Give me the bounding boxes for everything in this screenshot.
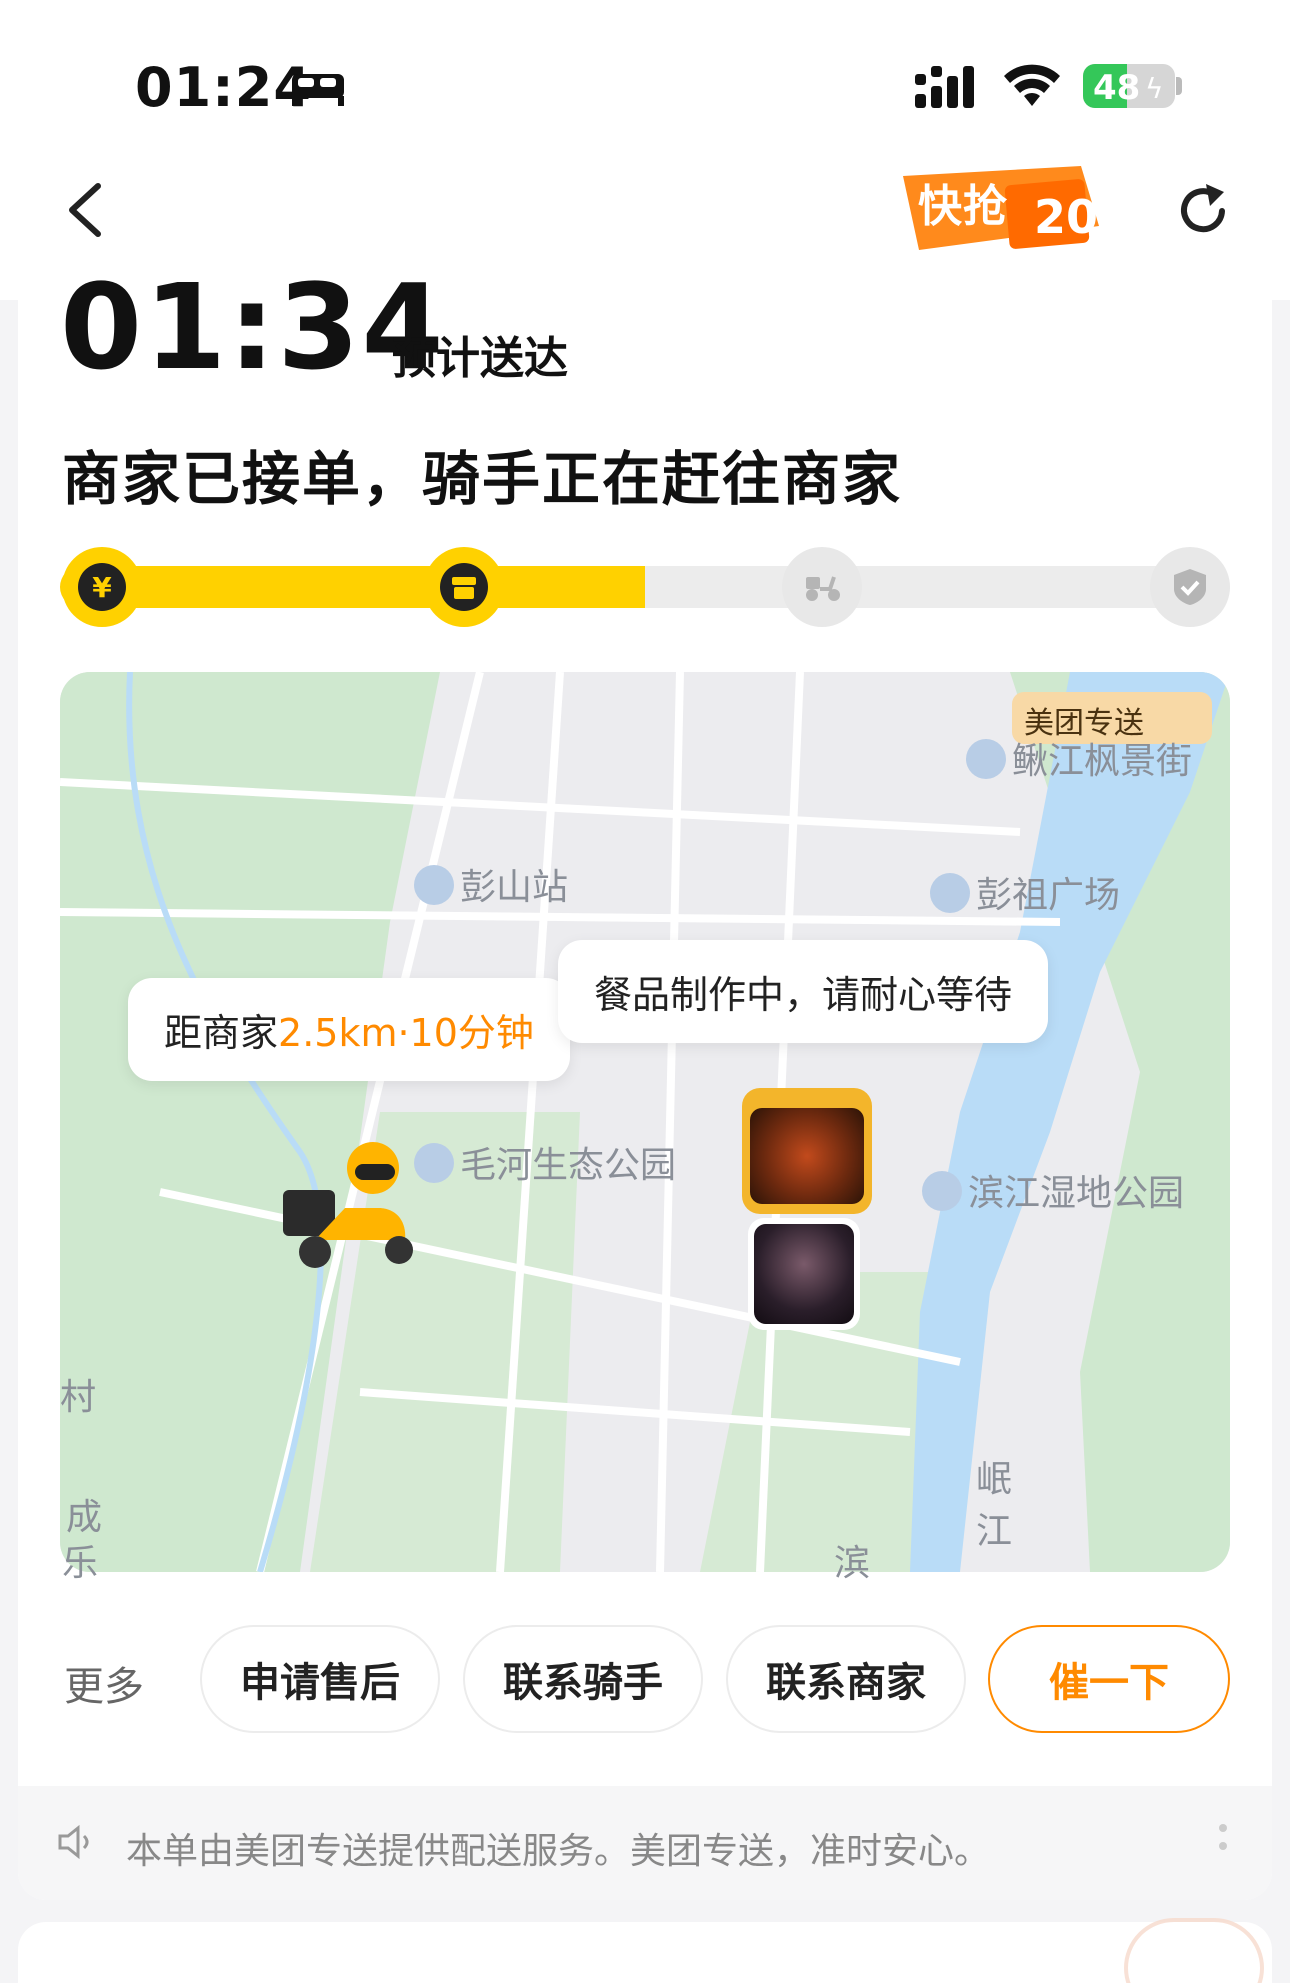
rider-scooter-icon[interactable] xyxy=(275,1130,425,1280)
bed-icon xyxy=(292,74,344,106)
scooter-icon xyxy=(806,576,840,601)
status-time: 01:24 xyxy=(135,56,312,119)
battery-indicator: 48 ϟ xyxy=(1083,64,1175,108)
contact-merchant-button[interactable]: 联系商家 xyxy=(726,1625,966,1733)
train-station-icon xyxy=(414,865,454,905)
yuan-icon: ¥ xyxy=(78,563,126,611)
park-icon xyxy=(922,1171,962,1211)
river-label: 岷 xyxy=(976,1459,1013,1500)
check-shield-icon xyxy=(1174,569,1206,605)
map-edge-label: 乐 xyxy=(62,1543,99,1584)
more-vertical-icon[interactable] xyxy=(1218,1822,1228,1862)
map-wetland-label: 滨江湿地公园 xyxy=(922,1164,1184,1216)
promo-text: 快抢 xyxy=(918,181,1008,232)
landmark-icon xyxy=(930,873,970,913)
map-station-label: 彭山站 xyxy=(414,858,568,910)
urge-button[interactable]: 催一下 xyxy=(988,1625,1230,1733)
customer-avatar xyxy=(754,1224,854,1324)
rider-distance-prefix: 距商家 xyxy=(164,1011,279,1055)
eta-time: 01:34 xyxy=(60,258,446,396)
map-background xyxy=(60,672,1230,1572)
map-edge-label: 滨 xyxy=(834,1543,871,1584)
store-icon xyxy=(440,563,488,611)
progress-fill xyxy=(60,566,645,608)
delivery-map[interactable] xyxy=(60,672,1230,1572)
merchant-pin[interactable] xyxy=(742,1088,872,1214)
step-delivering xyxy=(782,547,862,627)
wifi-icon xyxy=(1004,64,1060,106)
refresh-icon[interactable] xyxy=(1172,180,1234,242)
merchant-status-bubble: 餐品制作中，请耐心等待 xyxy=(558,940,1049,1043)
map-edge-label: 成 xyxy=(66,1497,103,1538)
step-delivered xyxy=(1150,547,1230,627)
rider-distance-value: 2.5km·10分钟 xyxy=(278,1011,534,1055)
map-park-label: 毛河生态公园 xyxy=(414,1136,676,1188)
customer-pin[interactable] xyxy=(748,1218,860,1330)
rider-distance-bubble: 距商家2.5km·10分钟 xyxy=(128,978,570,1081)
notice-text: 本单由美团专送提供配送服务。美团专送，准时安心。 xyxy=(126,1831,991,1872)
map-edge-label: 村 xyxy=(60,1377,97,1418)
next-card xyxy=(18,1922,1272,1983)
promo-number: 20 xyxy=(1034,190,1099,244)
merchant-food-image xyxy=(750,1108,864,1204)
speaker-icon xyxy=(58,1824,89,1860)
river-label: 江 xyxy=(976,1511,1013,1552)
cellular-signal-icon xyxy=(915,66,974,108)
charging-bolt-icon: ϟ xyxy=(1145,72,1164,105)
order-status-text: 商家已接单，骑手正在赶往商家 xyxy=(62,445,903,513)
map-poi-label: 鳅江枫景街 xyxy=(966,732,1192,784)
more-actions-label[interactable]: 更多 xyxy=(64,1654,144,1712)
step-merchant-accepted xyxy=(424,547,504,627)
contact-rider-button[interactable]: 联系骑手 xyxy=(463,1625,703,1733)
battery-level: 48 xyxy=(1093,68,1141,108)
battery-tip xyxy=(1176,77,1182,95)
eta-label: 预计送达 xyxy=(392,333,568,384)
progress-track xyxy=(60,566,1230,608)
apply-after-sale-button[interactable]: 申请售后 xyxy=(200,1625,440,1733)
back-icon[interactable] xyxy=(60,180,110,240)
map-square-label: 彭祖广场 xyxy=(930,866,1120,918)
poi-icon xyxy=(966,739,1006,779)
guarantee-stamp-icon xyxy=(1124,1918,1264,1983)
step-paid: ¥ xyxy=(62,547,142,627)
